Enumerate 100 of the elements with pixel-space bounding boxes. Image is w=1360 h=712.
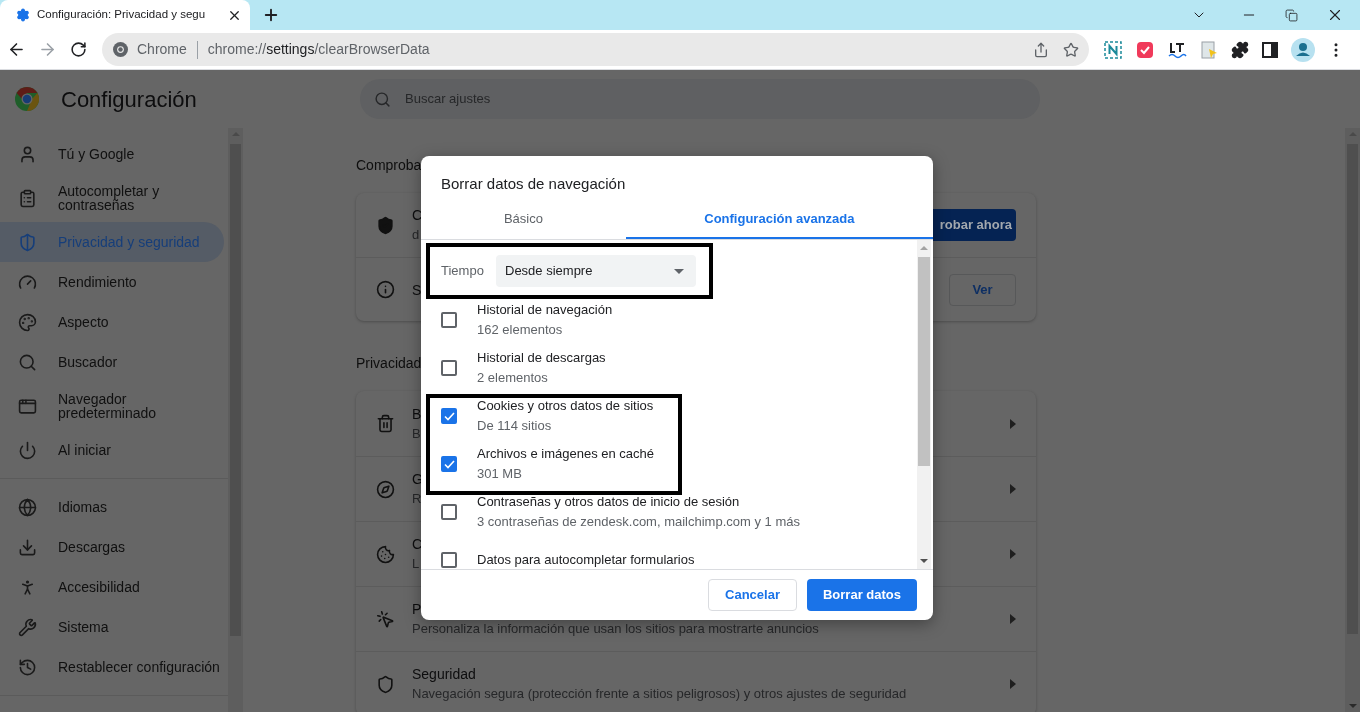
item-title: Archivos e imágenes en caché	[477, 445, 655, 463]
share-icon[interactable]	[1033, 41, 1049, 58]
new-tab-icon[interactable]	[262, 6, 280, 24]
item-title: Historial de navegación	[477, 301, 613, 319]
confirm-button[interactable]: Borrar datos	[806, 579, 917, 611]
item-detail: 3 contraseñas de zendesk.com, mailchimp.com y 1 más	[477, 513, 800, 531]
download-icon	[18, 537, 37, 557]
info-icon	[376, 280, 395, 299]
sidebar-item[interactable]: Aspecto	[0, 302, 224, 342]
checkbox[interactable]	[441, 360, 457, 376]
side-panel-icon[interactable]	[1261, 40, 1279, 59]
restore-icon[interactable]	[1285, 8, 1298, 22]
row-subtitle: d	[412, 226, 421, 244]
checkbox[interactable]	[441, 312, 457, 328]
item-detail: 301 MB	[477, 465, 523, 483]
time-range-dropdown[interactable]: Desde siempre	[496, 255, 696, 287]
item-detail: De 114 sitios	[477, 417, 553, 435]
item-title: Contraseñas y otros datos de inicio de sesión	[477, 493, 741, 511]
search-field[interactable]: Buscar ajustes	[360, 79, 1040, 119]
profile-avatar-icon[interactable]	[1291, 37, 1315, 62]
search-icon	[18, 352, 37, 372]
section-heading: Privacidad	[356, 354, 422, 373]
globe-icon	[18, 497, 37, 517]
sidebar-item[interactable]: Sistema	[0, 607, 224, 647]
browser-tab[interactable]: Configuración: Privacidad y segu	[0, 0, 250, 30]
extensions-icon[interactable]	[1231, 40, 1249, 59]
url-text: chrome://settings/clearBrowserData	[207, 40, 430, 59]
tab-title: Configuración: Privacidad y segu	[37, 7, 206, 23]
checkmark-icon	[443, 411, 455, 421]
compass-icon	[376, 479, 395, 499]
sidebar-item[interactable]: Navegador predeterminado	[0, 382, 224, 430]
checkbox[interactable]	[441, 456, 457, 472]
row-title: B	[412, 404, 422, 424]
scrollbar[interactable]	[917, 240, 931, 569]
item-title: Cookies y otros datos de sitios	[477, 397, 654, 415]
row-subtitle: Navegación segura (protección frente a sitios peligrosos) y otros ajustes de seguridad	[412, 685, 907, 703]
dialog-tab[interactable]: Básico	[421, 200, 626, 239]
time-range-label: Tiempo	[441, 262, 485, 281]
caret-icon	[1010, 549, 1016, 559]
caret-icon	[1010, 484, 1016, 494]
sidebar-item[interactable]: Rendimiento	[0, 262, 224, 302]
sidebar-item[interactable]: Idiomas	[0, 487, 224, 527]
back-icon[interactable]	[7, 40, 26, 59]
clipboard-icon	[18, 188, 37, 208]
pointer-click-icon	[376, 609, 395, 629]
dropdown-caret-icon	[674, 268, 684, 274]
sidebar-item[interactable]: Buscador	[0, 342, 224, 382]
scrollbar[interactable]	[1345, 128, 1360, 712]
item-title: Historial de descargas	[477, 349, 606, 367]
row-subtitle: L	[412, 555, 421, 573]
cookie-icon	[376, 544, 395, 564]
item-detail: 162 elementos	[477, 321, 564, 339]
row-title: Seguridad	[412, 665, 477, 684]
settings-title: Configuración	[61, 85, 197, 114]
person-icon	[18, 144, 37, 164]
settings-icon	[16, 8, 30, 22]
sidebar-item[interactable]: Descargas	[0, 527, 224, 567]
checkmark-icon	[443, 459, 455, 469]
gauge-icon	[18, 272, 37, 292]
caret-icon	[1010, 614, 1016, 624]
trash-icon	[376, 414, 395, 433]
reload-icon[interactable]	[70, 41, 87, 58]
browser-window-icon	[18, 396, 37, 416]
row-title: S	[412, 280, 422, 300]
checkbox[interactable]	[441, 504, 457, 520]
item-detail: 2 elementos	[477, 369, 549, 387]
history-icon	[18, 657, 37, 677]
address-bar[interactable]: Chrome chrome://settings/clearBrowserData	[102, 33, 1089, 66]
dialog-title: Borrar datos de navegación	[440, 174, 627, 194]
row-title: P	[412, 600, 423, 619]
sidebar-item[interactable]: Tú y Google	[0, 134, 224, 174]
row-title: C	[412, 206, 423, 225]
sidebar-item[interactable]: Restablecer configuración	[0, 647, 224, 687]
search-icon	[374, 90, 391, 108]
bookmark-star-icon[interactable]	[1063, 41, 1079, 58]
site-label: Chrome	[137, 40, 187, 59]
cancel-button[interactable]: Cancelar	[708, 579, 797, 611]
wrench-icon	[18, 617, 37, 637]
shield-icon	[376, 674, 395, 694]
row-subtitle: B	[412, 424, 422, 443]
scrollbar[interactable]	[228, 128, 243, 712]
shield-check-icon	[376, 215, 395, 235]
item-title: Datos para autocompletar formularios	[477, 551, 695, 569]
caret-icon	[1010, 418, 1016, 429]
section-heading: Comproba	[356, 156, 422, 175]
sidebar-item[interactable]: Al iniciar	[0, 430, 224, 470]
dialog-tab[interactable]: Configuración avanzada	[625, 200, 933, 239]
caret-icon	[1010, 679, 1016, 689]
forward-icon[interactable]	[38, 40, 57, 59]
sidebar-item[interactable]: Autocompletar y contraseñas	[0, 174, 224, 222]
sidebar-item[interactable]: Accesibilidad	[0, 567, 224, 607]
checkbox[interactable]	[441, 552, 457, 568]
action-button[interactable]: Ver	[949, 273, 1016, 306]
row-subtitle: Personaliza la información que usan los sitios para mostrarte anuncios	[412, 620, 819, 638]
chrome-logo-icon	[15, 87, 39, 111]
palette-icon	[18, 312, 37, 332]
row-subtitle: R	[412, 490, 423, 508]
shield-icon	[18, 232, 37, 252]
checkbox[interactable]	[441, 408, 457, 424]
chrome-icon	[113, 42, 128, 57]
